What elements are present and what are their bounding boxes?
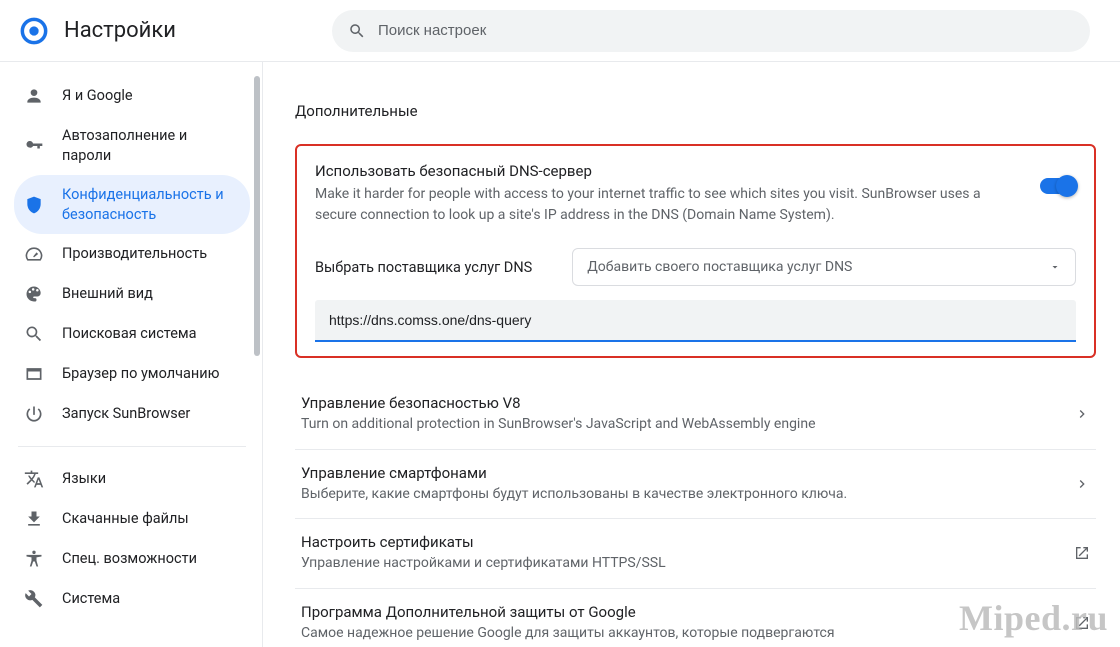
sidebar-item-label: Языки	[62, 469, 106, 489]
sidebar-item-autofill[interactable]: Автозаполнение и пароли	[14, 116, 250, 175]
main-content: Дополнительные Использовать безопасный D…	[262, 62, 1120, 647]
sidebar-item-accessibility[interactable]: Спец. возможности	[14, 539, 250, 579]
chevron-down-icon	[1049, 261, 1061, 273]
dns-provider-select[interactable]: Добавить своего поставщика услуг DNS	[572, 248, 1076, 286]
dns-provider-row: Выбрать поставщика услуг DNS Добавить св…	[315, 248, 1076, 286]
sidebar-item-languages[interactable]: Языки	[14, 459, 250, 499]
link-row-v8-security[interactable]: Управление безопасностью V8 Turn on addi…	[295, 380, 1096, 450]
dns-provider-selected: Добавить своего поставщика услуг DNS	[587, 259, 852, 275]
link-desc: Выберите, какие смартфоны будут использо…	[301, 485, 847, 505]
sidebar-item-performance[interactable]: Производительность	[14, 234, 250, 274]
link-row-advanced-protection[interactable]: Программа Дополнительной защиты от Googl…	[295, 589, 1096, 647]
sidebar: Я и Google Автозаполнение и пароли Конфи…	[0, 62, 262, 647]
secure-dns-highlight: Использовать безопасный DNS-сервер Make …	[295, 144, 1096, 358]
download-icon	[24, 509, 44, 529]
page-title: Настройки	[64, 18, 176, 43]
accessibility-icon	[24, 549, 44, 569]
sidebar-item-on-startup[interactable]: Запуск SunBrowser	[14, 394, 250, 434]
sidebar-item-search-engine[interactable]: Поисковая система	[14, 314, 250, 354]
sidebar-item-label: Производительность	[62, 244, 207, 264]
chevron-right-icon	[1074, 406, 1090, 422]
dns-url-input[interactable]	[315, 300, 1076, 342]
external-link-icon	[1074, 615, 1090, 631]
link-title: Управление смартфонами	[301, 464, 847, 482]
sidebar-item-label: Запуск SunBrowser	[62, 404, 190, 424]
secure-dns-toggle[interactable]	[1040, 178, 1076, 194]
secure-dns-title: Использовать безопасный DNS-сервер	[315, 162, 1022, 180]
section-title: Дополнительные	[295, 102, 1096, 120]
wrench-icon	[24, 589, 44, 609]
sidebar-item-system[interactable]: Система	[14, 579, 250, 619]
window-icon	[24, 364, 44, 384]
sidebar-item-downloads[interactable]: Скачанные файлы	[14, 499, 250, 539]
sidebar-divider	[18, 446, 246, 447]
external-link-icon	[1074, 545, 1090, 561]
sidebar-item-label: Скачанные файлы	[62, 509, 189, 529]
shield-icon	[24, 195, 44, 215]
secure-dns-desc: Make it harder for people with access to…	[315, 184, 1022, 226]
power-icon	[24, 404, 44, 424]
secure-dns-text: Использовать безопасный DNS-сервер Make …	[315, 162, 1022, 226]
person-icon	[24, 86, 44, 106]
header: Настройки	[0, 0, 1120, 62]
link-desc: Самое надежное решение Google для защиты…	[301, 624, 835, 644]
sidebar-scrollbar[interactable]	[254, 76, 260, 356]
sidebar-item-label: Автозаполнение и пароли	[62, 126, 240, 165]
sidebar-item-label: Внешний вид	[62, 284, 153, 304]
link-title: Настроить сертификаты	[301, 533, 666, 551]
key-icon	[24, 136, 44, 156]
sidebar-item-label: Спец. возможности	[62, 549, 197, 569]
secure-dns-toggle-row: Использовать безопасный DNS-сервер Make …	[315, 162, 1076, 226]
dns-provider-label: Выбрать поставщика услуг DNS	[315, 259, 532, 276]
link-desc: Turn on additional protection in SunBrow…	[301, 415, 816, 435]
speedometer-icon	[24, 244, 44, 264]
sidebar-item-default-browser[interactable]: Браузер по умолчанию	[14, 354, 250, 394]
sidebar-item-appearance[interactable]: Внешний вид	[14, 274, 250, 314]
magnifier-icon	[24, 324, 44, 344]
link-title: Программа Дополнительной защиты от Googl…	[301, 603, 835, 621]
link-desc: Управление настройками и сертификатами H…	[301, 554, 666, 574]
search-icon	[348, 22, 366, 40]
search-wrap	[332, 10, 1090, 52]
link-row-certificates[interactable]: Настроить сертификаты Управление настрой…	[295, 519, 1096, 589]
body: Я и Google Автозаполнение и пароли Конфи…	[0, 62, 1120, 647]
palette-icon	[24, 284, 44, 304]
sidebar-item-label: Система	[62, 589, 120, 609]
sidebar-item-you-and-google[interactable]: Я и Google	[14, 76, 250, 116]
sidebar-item-label: Я и Google	[62, 86, 133, 106]
sidebar-item-label: Поисковая система	[62, 324, 197, 344]
translate-icon	[24, 469, 44, 489]
sidebar-item-label: Браузер по умолчанию	[62, 364, 219, 384]
sidebar-item-privacy[interactable]: Конфиденциальность и безопасность	[14, 175, 250, 234]
browser-logo-icon	[20, 17, 48, 45]
link-row-phones[interactable]: Управление смартфонами Выберите, какие с…	[295, 450, 1096, 520]
chevron-right-icon	[1074, 476, 1090, 492]
sidebar-item-label: Конфиденциальность и безопасность	[62, 185, 240, 224]
link-title: Управление безопасностью V8	[301, 394, 816, 412]
search-input[interactable]	[332, 10, 1090, 52]
